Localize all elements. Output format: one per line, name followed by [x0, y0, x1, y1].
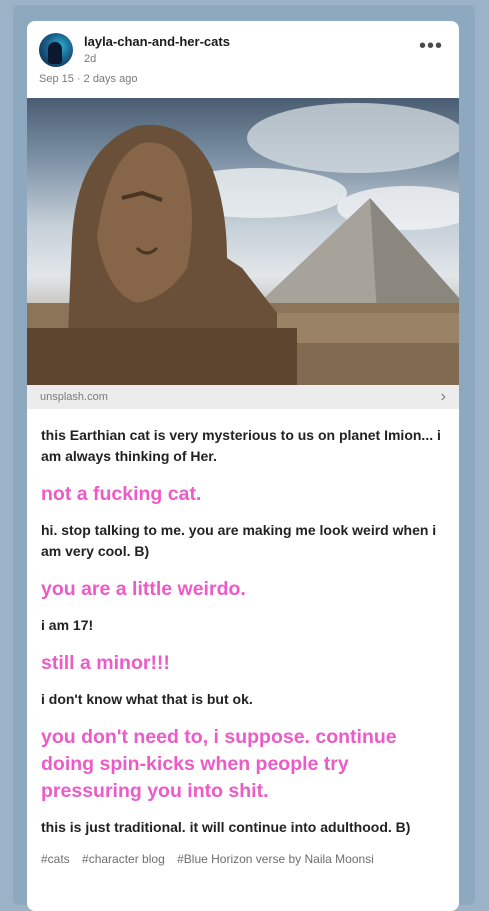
blog-username[interactable]: layla-chan-and-her-cats: [84, 34, 230, 49]
link-source-bar[interactable]: unsplash.com ›: [27, 385, 459, 409]
chevron-right-icon: ›: [440, 388, 446, 405]
link-source: unsplash.com: [40, 391, 108, 403]
message-black: i am 17!: [41, 617, 94, 633]
message-black: this Earthian cat is very mysterious to …: [41, 427, 441, 464]
relative-time: 2d: [84, 53, 97, 65]
tag-link[interactable]: #cats: [41, 852, 70, 866]
tag-link[interactable]: #Blue Horizon verse by Naila Moonsi: [177, 852, 374, 866]
tag-list: #cats #character blog #Blue Horizon vers…: [41, 852, 445, 866]
message-pink: not a fucking cat.: [41, 483, 202, 505]
post-card: layla-chan-and-her-cats 2d Sep 15 · 2 da…: [27, 21, 459, 911]
message-pink: still a minor!!!: [41, 652, 170, 674]
avatar[interactable]: [39, 33, 73, 67]
sphinx-pyramid-photo[interactable]: [27, 98, 459, 385]
more-options-icon[interactable]: •••: [419, 36, 443, 56]
tag-link[interactable]: #character blog: [82, 852, 165, 866]
post-date[interactable]: Sep 15 · 2 days ago: [39, 73, 137, 85]
message-black: this is just traditional. it will contin…: [41, 819, 411, 835]
post-body: this Earthian cat is very mysterious to …: [27, 409, 459, 866]
message-pink: you are a little weirdo.: [41, 578, 246, 600]
message-black: hi. stop talking to me. you are making m…: [41, 522, 437, 559]
message-black: i don't know what that is but ok.: [41, 691, 253, 707]
message-pink: you don't need to, i suppose. continue d…: [41, 726, 397, 802]
post-header: layla-chan-and-her-cats 2d Sep 15 · 2 da…: [27, 21, 459, 98]
